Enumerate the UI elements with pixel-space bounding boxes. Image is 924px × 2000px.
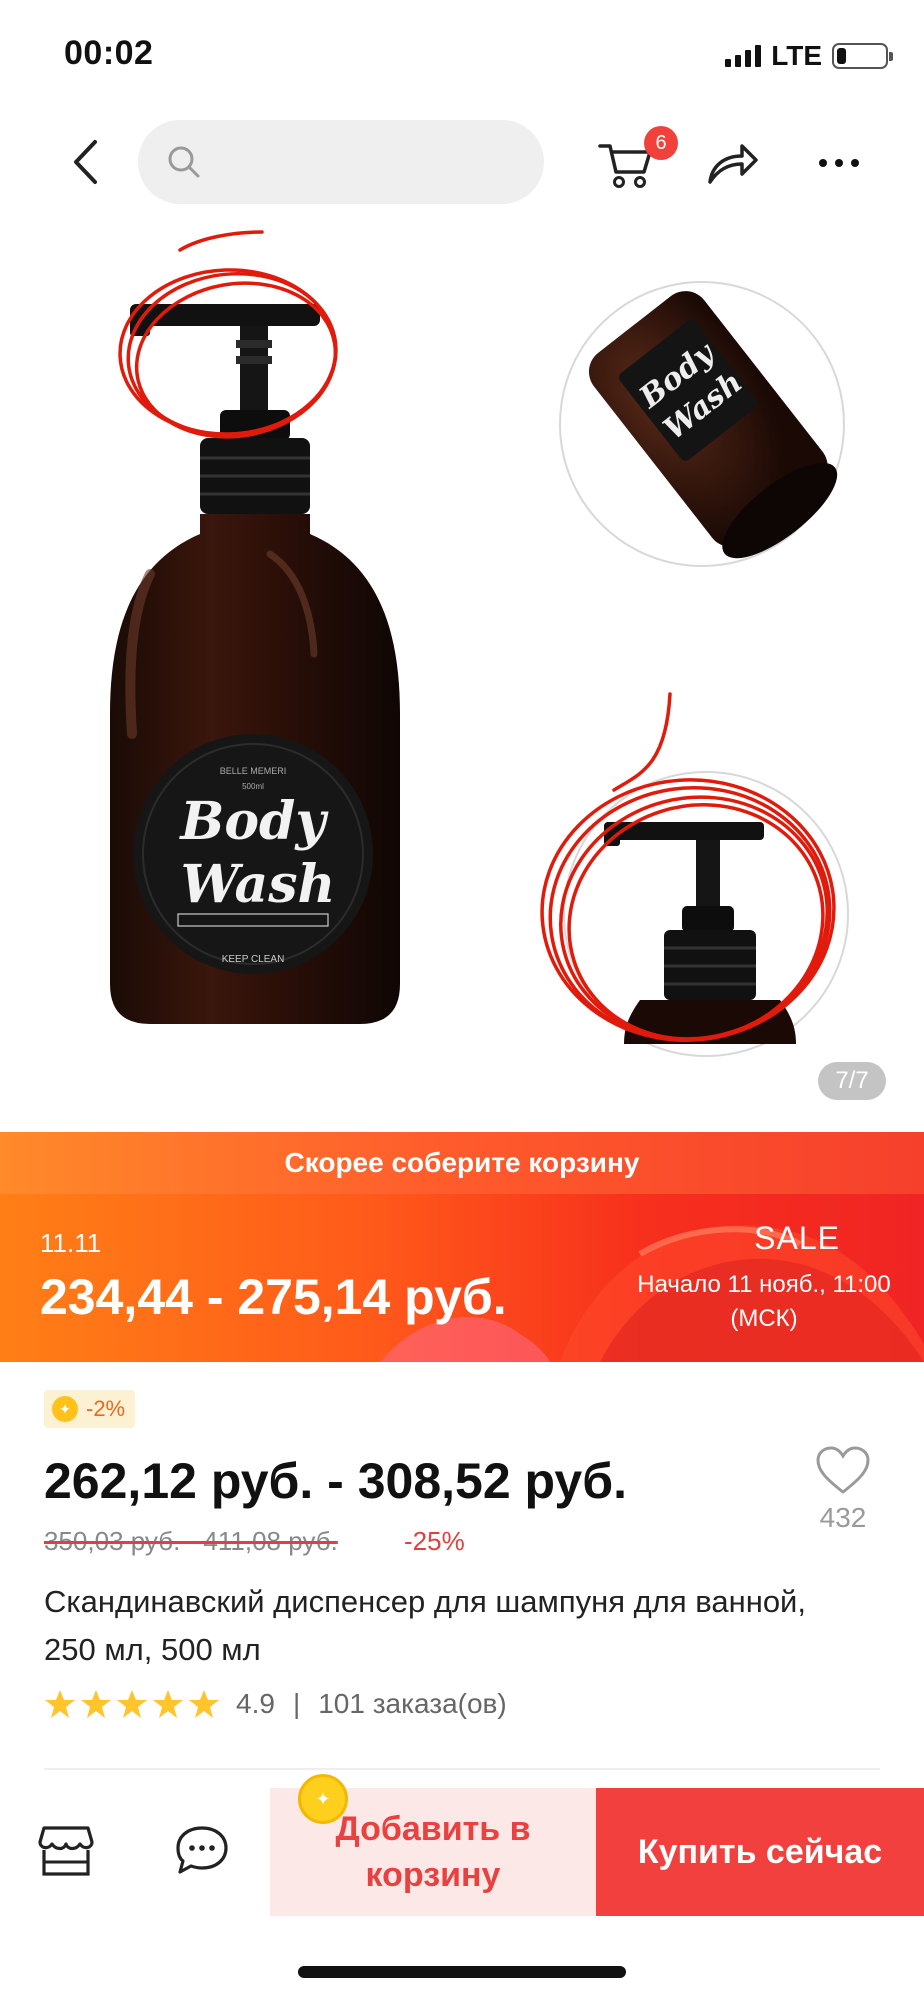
more-dot-icon bbox=[851, 159, 859, 167]
status-time: 00:02 bbox=[64, 34, 154, 72]
star-icon bbox=[153, 1690, 183, 1718]
rating-value: 4.9 bbox=[236, 1688, 275, 1719]
status-bar: 00:02 LTE bbox=[0, 0, 924, 112]
svg-text:BELLE MEMERI: BELLE MEMERI bbox=[220, 766, 287, 776]
search-icon bbox=[168, 146, 200, 178]
product-title: Скандинавский диспенсер для шампуня для … bbox=[44, 1584, 806, 1667]
rating-stars bbox=[44, 1688, 220, 1720]
more-dot-icon bbox=[819, 159, 827, 167]
label-line1: Body bbox=[178, 791, 329, 852]
star-icon bbox=[189, 1690, 219, 1718]
store-icon bbox=[38, 1826, 94, 1876]
battery-fill bbox=[837, 48, 847, 64]
more-dot-icon bbox=[835, 159, 843, 167]
discount-percent: -25% bbox=[404, 1526, 465, 1556]
rating-separator: | bbox=[292, 1688, 301, 1719]
label-tagline: KEEP CLEAN bbox=[222, 954, 285, 965]
star-icon bbox=[117, 1690, 147, 1718]
store-button[interactable] bbox=[36, 1820, 96, 1880]
search-bar[interactable] bbox=[138, 120, 544, 204]
cart-button[interactable]: 6 bbox=[596, 126, 678, 194]
image-counter: 7/7 bbox=[818, 1062, 886, 1100]
chevron-left-icon bbox=[74, 140, 97, 184]
signal-icon bbox=[725, 45, 762, 67]
chat-icon bbox=[176, 1826, 228, 1874]
floating-coin-icon[interactable]: ✦ bbox=[298, 1774, 348, 1824]
promo-strip: Скорее соберите корзину bbox=[0, 1132, 924, 1194]
back-button[interactable] bbox=[60, 134, 112, 190]
star-icon bbox=[81, 1690, 111, 1718]
heart-icon bbox=[816, 1446, 870, 1494]
orders-count: 101 заказа(ов) bbox=[318, 1688, 507, 1719]
star-icon bbox=[45, 1690, 75, 1718]
coin-icon: ✦ bbox=[52, 1396, 78, 1422]
svg-text:500ml: 500ml bbox=[242, 782, 264, 791]
price-range: 262,12 руб. - 308,52 руб. bbox=[44, 1453, 628, 1509]
promo-sale-label: SALE bbox=[754, 1220, 840, 1256]
product-image: BELLE MEMERI 500ml Body Wash KEEP CLEAN … bbox=[110, 230, 849, 1057]
divider bbox=[44, 1768, 880, 1770]
chat-button[interactable] bbox=[172, 1820, 232, 1880]
promo-price: 234,44 - 275,14 руб. bbox=[40, 1269, 507, 1325]
more-button[interactable] bbox=[812, 138, 866, 188]
rating-row[interactable]: 4.9 | 101 заказа(ов) bbox=[44, 1688, 507, 1720]
promo-date: 11.11 bbox=[40, 1228, 102, 1258]
buy-now-button[interactable]: Купить сейчас bbox=[596, 1788, 924, 1916]
product-page: 00:02 LTE 6 BELLE MEMERI 500ml Body Wash… bbox=[0, 0, 924, 2000]
bottom-action-bar: Добавить в корзину Купить сейчас ✦ bbox=[0, 1774, 924, 1918]
wishlist-button[interactable]: 432 bbox=[808, 1446, 878, 1556]
share-button[interactable] bbox=[706, 138, 760, 188]
promo-banner[interactable]: Скорее соберите корзину 11.11 234,44 - 2… bbox=[0, 1132, 924, 1362]
wishlist-count: 432 bbox=[819, 1502, 867, 1533]
product-info: ✦ -2% 262,12 руб. - 308,52 руб. 350,03 р… bbox=[0, 1362, 924, 1762]
share-icon bbox=[708, 144, 758, 184]
top-nav: 6 bbox=[0, 112, 924, 214]
promo-main: 11.11 234,44 - 275,14 руб. SALE Начало 1… bbox=[0, 1194, 924, 1362]
label-line2: Wash bbox=[181, 854, 336, 915]
coin-discount-tag: ✦ -2% bbox=[44, 1390, 136, 1428]
product-image-gallery[interactable]: BELLE MEMERI 500ml Body Wash KEEP CLEAN … bbox=[0, 214, 924, 1132]
old-price-range: 350,03 руб. - 411,08 руб. bbox=[44, 1526, 338, 1556]
cart-count-badge: 6 bbox=[644, 126, 678, 160]
status-indicators: LTE bbox=[725, 40, 893, 72]
coin-discount-value: -2% bbox=[86, 1396, 126, 1421]
battery-icon bbox=[832, 43, 893, 69]
home-indicator bbox=[298, 1966, 626, 1978]
network-label: LTE bbox=[771, 40, 822, 71]
search-input[interactable] bbox=[216, 146, 536, 178]
promo-start-time: Начало 11 нояб., 11:00 (МСК) bbox=[637, 1271, 891, 1332]
